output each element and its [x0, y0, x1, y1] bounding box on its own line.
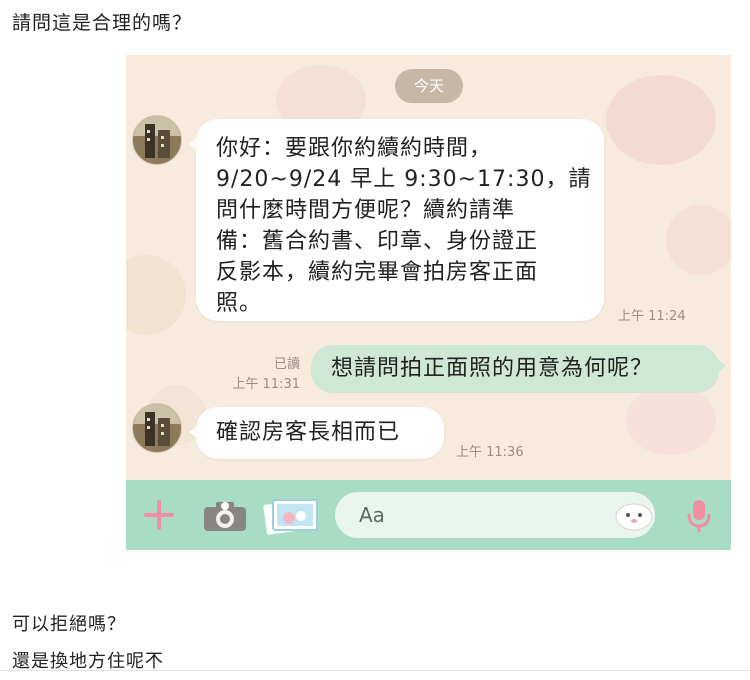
message-time: 上午 11:24: [618, 309, 686, 324]
message-bubble-incoming[interactable]: 確認房客長相而已: [189, 407, 444, 459]
sender-avatar[interactable]: [132, 115, 182, 165]
date-chip: 今天: [395, 69, 463, 103]
message-time: 上午 11:36: [456, 445, 524, 460]
message-input[interactable]: Aa: [335, 492, 655, 538]
message-bubble-outgoing[interactable]: 想請問拍正面照的用意為何呢？: [311, 345, 726, 393]
gallery-icon[interactable]: [263, 496, 319, 536]
post-line-1: 可以拒絕嗎？: [12, 614, 126, 635]
microphone-icon[interactable]: [686, 498, 712, 534]
message-text: 確認房客長相而已: [216, 420, 401, 445]
sticker-icon[interactable]: [614, 501, 654, 531]
plus-icon[interactable]: [142, 498, 176, 532]
chat-input-bar: Aa: [126, 480, 731, 550]
divider: [0, 670, 750, 671]
sender-avatar[interactable]: [132, 403, 182, 453]
message-time: 上午 11:31: [232, 377, 300, 392]
message-text: 想請問拍正面照的用意為何呢？: [331, 356, 654, 381]
camera-icon[interactable]: [203, 500, 247, 532]
message-bubble-incoming[interactable]: 你好：要跟你約續約時間， 9/20~9/24 早上 9:30~17:30，請 問…: [189, 119, 604, 321]
post-question: 請問這是合理的嗎？: [12, 12, 193, 34]
message-text: 你好：要跟你約續約時間， 9/20~9/24 早上 9:30~17:30，請 問…: [216, 136, 592, 316]
chat-screenshot: 今天 你好：要跟你約續約時間， 9/20~9/24 早上 9:30~17:30，…: [126, 55, 731, 550]
read-receipt: 已讀: [273, 357, 300, 372]
